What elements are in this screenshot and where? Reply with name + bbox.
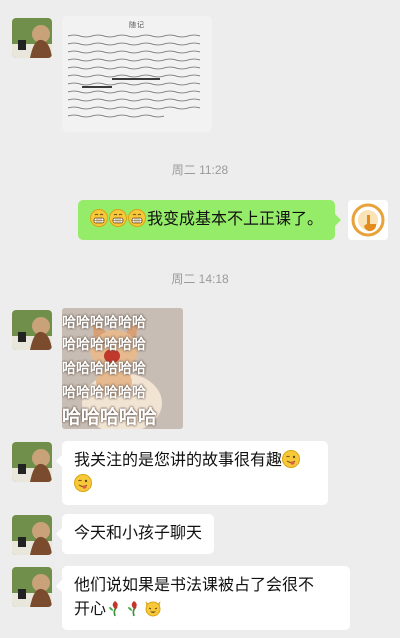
grin-emoji: [128, 209, 146, 227]
message-text: 今天和小孩子聊天: [74, 525, 203, 542]
timestamp: 周二 11:28: [171, 163, 229, 177]
handwritten-note-image: [62, 16, 212, 132]
wink-tongue-emoji: [74, 474, 92, 492]
sticker-caption: 哈哈哈哈哈: [62, 406, 158, 428]
wilted-rose-emoji: [109, 601, 118, 617]
sticker-caption: 哈哈哈哈哈哈: [62, 315, 146, 331]
avatar-image: [12, 515, 52, 555]
avatar-image: [12, 567, 52, 607]
grin-emoji: [109, 209, 127, 227]
contact-avatar[interactable]: [12, 310, 52, 350]
note-title: 随记: [129, 21, 145, 29]
wilted-rose-emoji: [128, 601, 137, 617]
message-text: 我变成基本不上正课了。: [147, 211, 324, 228]
grin-emoji: [90, 209, 108, 227]
timestamp: 周二 14:18: [171, 272, 229, 286]
message-text-line-2: 开心: [74, 601, 107, 618]
sticker-caption: 哈哈哈哈哈哈: [62, 361, 146, 377]
sticker-message[interactable]: 哈哈哈哈哈哈 哈哈哈哈哈哈 哈哈哈哈哈哈 哈哈哈哈哈哈 哈哈哈哈哈: [62, 308, 183, 429]
avatar-image: [12, 18, 52, 58]
wink-tongue-emoji: [282, 450, 301, 468]
message-text-line-1: 他们说如果是书法课被占了会很不: [74, 577, 315, 594]
incoming-message[interactable]: 我关注的是您讲的故事很有趣: [56, 441, 328, 505]
contact-avatar[interactable]: [12, 515, 52, 555]
outgoing-message[interactable]: 我变成基本不上正课了。: [78, 200, 342, 240]
image-message[interactable]: 随记: [62, 16, 212, 132]
incoming-message[interactable]: 他们说如果是书法课被占了会很不 开心: [56, 566, 350, 630]
contact-avatar[interactable]: [12, 18, 52, 58]
logo-avatar-icon: [348, 200, 388, 240]
contact-avatar[interactable]: [12, 567, 52, 607]
incoming-message[interactable]: 今天和小孩子聊天: [55, 514, 215, 554]
sticker-caption: 哈哈哈哈哈哈: [62, 385, 146, 401]
avatar-image: [12, 442, 52, 482]
avatar-image: [12, 310, 52, 350]
my-avatar[interactable]: [348, 200, 388, 240]
sticker-caption: 哈哈哈哈哈哈: [62, 337, 146, 353]
cat-face-emoji: [145, 601, 161, 617]
message-text: 我关注的是您讲的故事很有趣: [74, 452, 283, 469]
contact-avatar[interactable]: [12, 442, 52, 482]
